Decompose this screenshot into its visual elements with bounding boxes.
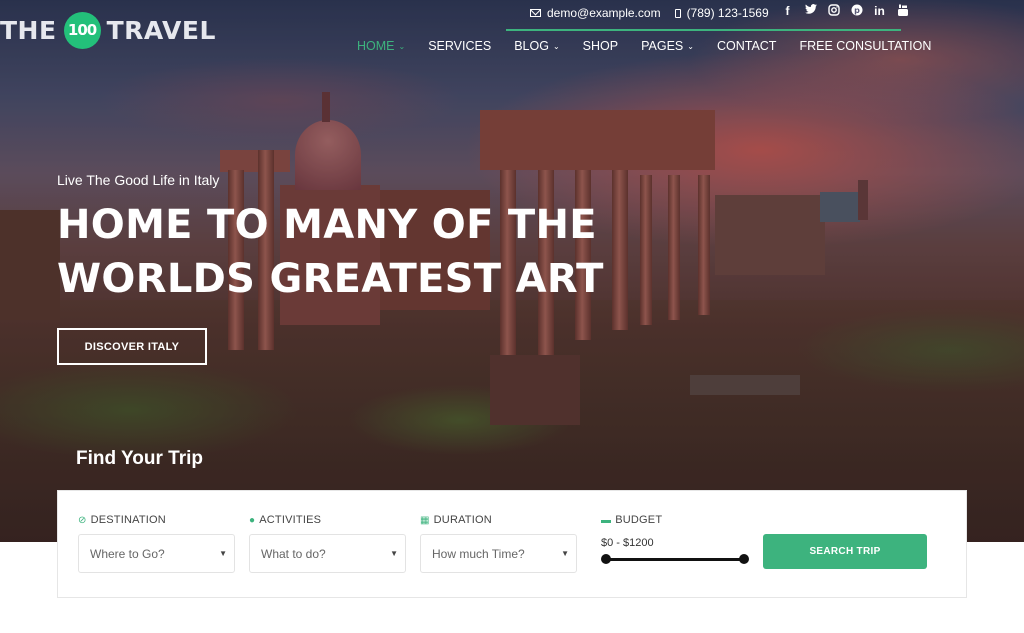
nav-item-contact[interactable]: CONTACT — [717, 39, 777, 53]
logo-badge-icon: 100 — [63, 11, 101, 49]
nav-label: HOME — [357, 39, 395, 53]
discover-italy-button[interactable]: DISCOVER ITALY — [57, 328, 207, 365]
nav-label: FREE CONSULTATION — [799, 39, 932, 53]
nav-item-free-consultation[interactable]: FREE CONSULTATION — [799, 39, 931, 53]
main-nav: HOME ⌄ SERVICES BLOG ⌄ SHOP PAGES ⌄ CONT… — [357, 39, 931, 53]
chevron-down-icon: ⌄ — [687, 41, 694, 51]
budget-label: ▬ BUDGET — [601, 513, 749, 527]
logo-prefix: THE — [0, 15, 57, 45]
svg-text:p: p — [854, 6, 860, 15]
headline-line-1: HOME TO MANY OF THE — [57, 202, 597, 248]
nav-item-services[interactable]: SERVICES — [428, 39, 491, 53]
email-link[interactable]: demo@example.com — [530, 6, 661, 20]
activities-label: ● ACTIVITIES — [249, 513, 406, 527]
label-text: DESTINATION — [90, 514, 166, 526]
destination-select[interactable]: Where to Go? ▼ — [78, 534, 235, 573]
activities-field: ● ACTIVITIES What to do? ▼ — [249, 513, 406, 573]
nav-label: SHOP — [582, 39, 619, 53]
phone-link[interactable]: (789) 123-1569 — [674, 6, 769, 20]
pinterest-icon[interactable]: p — [850, 4, 863, 20]
destination-label: ⊘ DESTINATION — [78, 513, 235, 527]
credit-card-icon: ▬ — [601, 514, 612, 526]
chevron-down-icon: ⌄ — [398, 41, 406, 51]
page: THE 100 TRAVEL demo@example.com (789) 12… — [0, 0, 1024, 633]
find-trip-heading: Find Your Trip — [76, 448, 204, 469]
nav-item-shop[interactable]: SHOP — [583, 39, 618, 53]
slider-thumb-min[interactable] — [601, 554, 611, 564]
contact-topbar: demo@example.com (789) 123-1569 — [530, 4, 783, 22]
activities-select[interactable]: What to do? ▼ — [249, 534, 406, 573]
nav-label: CONTACT — [716, 39, 777, 53]
phone-text: (789) 123-1569 — [686, 6, 769, 20]
nav-label: SERVICES — [428, 39, 492, 53]
twitter-icon[interactable] — [804, 4, 817, 20]
nav-item-home[interactable]: HOME ⌄ — [357, 39, 405, 53]
email-text: demo@example.com — [547, 6, 661, 20]
nav-divider-line — [506, 29, 901, 31]
linkedin-icon[interactable]: in — [873, 4, 886, 20]
trip-search-form: ⊘ DESTINATION Where to Go? ▼ ● ACTIVITIE… — [57, 490, 967, 598]
site-logo[interactable]: THE 100 TRAVEL — [0, 10, 216, 50]
headline-line-2: WORLDS GREATEST ART — [57, 256, 604, 302]
nav-label: BLOG — [514, 39, 549, 53]
hero-kicker: Live The Good Life in Italy — [57, 172, 220, 188]
nav-item-pages[interactable]: PAGES ⌄ — [641, 39, 694, 53]
select-placeholder: How much Time? — [432, 546, 525, 561]
label-text: DURATION — [433, 514, 492, 526]
calendar-icon: ▦ — [420, 514, 430, 526]
caret-down-icon: ▼ — [390, 549, 398, 558]
chevron-down-icon: ⌄ — [552, 41, 560, 51]
select-placeholder: Where to Go? — [90, 546, 165, 561]
instagram-icon[interactable] — [827, 4, 840, 20]
mobile-phone-icon — [674, 8, 681, 18]
compass-icon: ⊘ — [78, 514, 87, 526]
slider-thumb-max[interactable] — [739, 554, 749, 564]
label-text: ACTIVITIES — [259, 514, 322, 526]
youtube-icon[interactable] — [896, 4, 909, 20]
nav-label: PAGES — [641, 39, 684, 53]
budget-field: ▬ BUDGET $0 - $1200 — [601, 513, 749, 564]
label-text: BUDGET — [615, 514, 663, 526]
facebook-icon[interactable]: f — [781, 4, 794, 20]
envelope-icon — [530, 9, 541, 17]
caret-down-icon: ▼ — [561, 549, 569, 558]
duration-label: ▦ DURATION — [420, 513, 577, 527]
logo-suffix: TRAVEL — [106, 15, 216, 45]
hero-headline: HOME TO MANY OF THE WORLDS GREATEST ART — [57, 198, 604, 306]
duration-select[interactable]: How much Time? ▼ — [420, 534, 577, 573]
duration-field: ▦ DURATION How much Time? ▼ — [420, 513, 577, 573]
budget-range-slider[interactable] — [601, 554, 749, 564]
user-circle-icon: ● — [249, 514, 256, 526]
budget-range-value: $0 - $1200 — [601, 537, 654, 549]
search-trip-button[interactable]: SEARCH TRIP — [763, 534, 927, 569]
destination-field: ⊘ DESTINATION Where to Go? ▼ — [78, 513, 235, 573]
social-links: f p in — [781, 4, 909, 20]
caret-down-icon: ▼ — [219, 549, 227, 558]
select-placeholder: What to do? — [261, 546, 326, 561]
nav-item-blog[interactable]: BLOG ⌄ — [514, 39, 559, 53]
slider-track — [605, 558, 745, 561]
